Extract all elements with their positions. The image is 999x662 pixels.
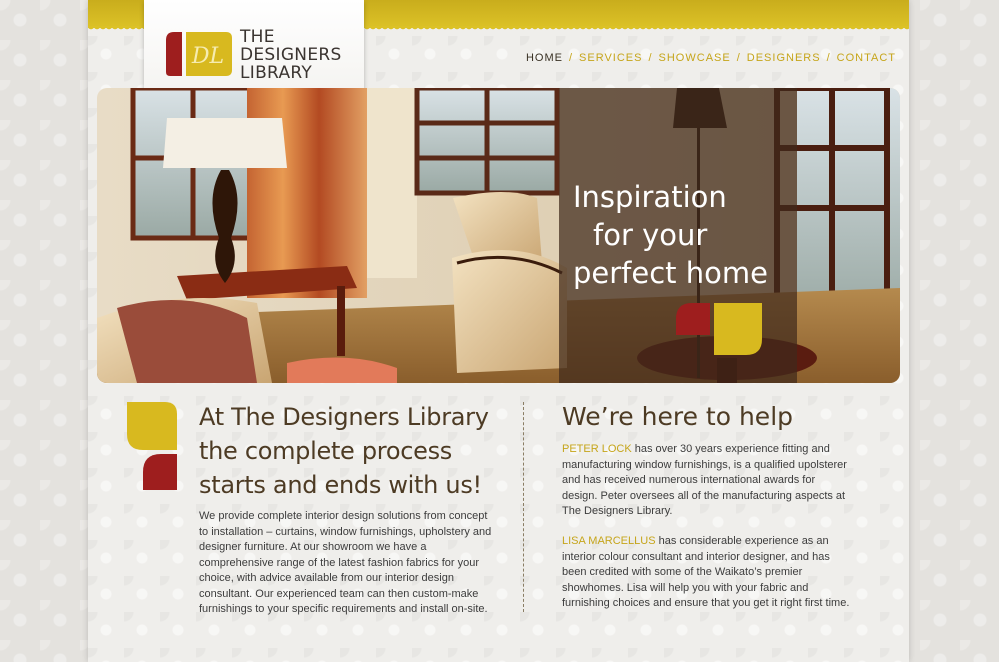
logo-line-3: LIBRARY bbox=[240, 63, 313, 83]
logo-line-2: DESIGNERS bbox=[240, 45, 342, 65]
designer-bio-peter: PETER LOCK has over 30 years experience … bbox=[562, 442, 852, 520]
intro-heading-line-1: At The Designers Library bbox=[199, 403, 489, 431]
intro-heading-line-2: the complete process bbox=[199, 437, 452, 465]
hero-tagline-line-1: Inspiration bbox=[573, 180, 727, 214]
nav-separator: / bbox=[648, 52, 653, 64]
brand-leaf-mark-icon bbox=[676, 303, 762, 355]
designer-bio-lisa: LISA MARCELLUS has considerable experien… bbox=[562, 534, 852, 612]
logo-monogram-text: DL bbox=[191, 44, 224, 69]
nav-separator: / bbox=[736, 52, 741, 64]
column-divider bbox=[523, 402, 524, 612]
page-container: DL THE DESIGNERS LIBRARY HOME / SERVICES / S… bbox=[88, 0, 909, 662]
brand-leaf-mark-icon bbox=[127, 402, 177, 490]
logo-wordmark: THE DESIGNERS LIBRARY bbox=[240, 28, 358, 82]
hero-tagline-line-2: for your bbox=[593, 218, 708, 252]
nav-separator: / bbox=[826, 52, 831, 64]
nav-item-showcase[interactable]: SHOWCASE bbox=[659, 52, 731, 64]
intro-heading-line-3: starts and ends with us! bbox=[199, 471, 482, 499]
nav-item-designers[interactable]: DESIGNERS bbox=[747, 52, 821, 64]
logo-home-link[interactable]: DL THE DESIGNERS LIBRARY bbox=[144, 0, 364, 98]
help-heading: We’re here to help bbox=[562, 402, 794, 431]
designer-name-link[interactable]: LISA MARCELLUS bbox=[562, 535, 656, 547]
hero-banner: Inspiration for your perfect home bbox=[97, 88, 900, 383]
designer-name-link[interactable]: PETER LOCK bbox=[562, 443, 632, 455]
intro-body: We provide complete interior design solu… bbox=[199, 510, 492, 615]
nav-separator: / bbox=[568, 52, 574, 64]
hero-tagline-line-3: perfect home bbox=[573, 256, 768, 290]
logo-monogram-icon: DL bbox=[166, 32, 232, 76]
nav-item-contact[interactable]: CONTACT bbox=[837, 52, 896, 64]
main-nav: HOME / SERVICES / SHOWCASE / DESIGNERS / CONTACT bbox=[526, 52, 896, 64]
intro-heading: At The Designers Library the complete pr… bbox=[199, 400, 499, 502]
nav-item-home[interactable]: HOME bbox=[526, 52, 563, 64]
hero-tagline: Inspiration for your perfect home bbox=[567, 178, 807, 292]
nav-item-services[interactable]: SERVICES bbox=[579, 52, 642, 64]
logo-line-1: THE bbox=[240, 27, 275, 47]
